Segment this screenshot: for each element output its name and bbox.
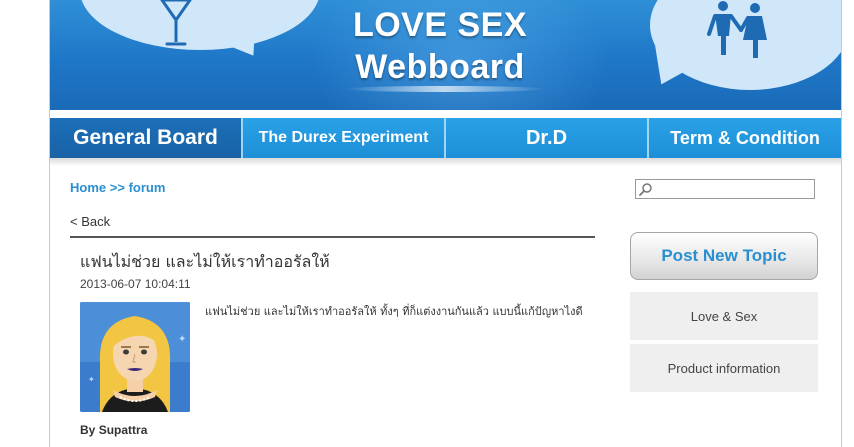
- tab-general-board[interactable]: General Board: [50, 118, 243, 158]
- main-nav: General Board The Durex Experiment Dr.D …: [50, 118, 841, 158]
- tab-dr-d[interactable]: Dr.D: [446, 118, 649, 158]
- topic-title: แฟนไม่ช่วย และไม่ให้เราทำออรัลให้: [80, 252, 330, 271]
- search-box: [635, 179, 815, 199]
- search-icon[interactable]: [639, 182, 653, 196]
- divider: [70, 236, 595, 238]
- topic-date: 2013-06-07 10:04:11: [80, 277, 191, 291]
- site-banner: LOVE SEX Webboard: [50, 0, 841, 110]
- author-line: By Supattra: [80, 423, 147, 437]
- cocktail-glass-icon: [160, 0, 192, 46]
- tab-durex-experiment[interactable]: The Durex Experiment: [243, 118, 446, 158]
- banner-title-line2: Webboard: [355, 48, 525, 86]
- sidebar-item-love-sex[interactable]: Love & Sex: [630, 292, 818, 340]
- breadcrumb-home-link[interactable]: Home: [70, 180, 106, 195]
- sidebar-item-product-information[interactable]: Product information: [630, 344, 818, 392]
- back-link[interactable]: < Back: [70, 214, 110, 229]
- breadcrumb-separator: >>: [109, 180, 125, 195]
- banner-title-line1: LOVE SEX: [352, 6, 528, 44]
- banner-title: LOVE SEX Webboard: [290, 8, 590, 84]
- post-body: แฟนไม่ช่วย และไม่ให้เราทำออรัลให้ ทั้งๆ …: [205, 305, 583, 318]
- svg-text:✦: ✦: [178, 334, 186, 345]
- author-prefix: By: [80, 423, 96, 437]
- svg-text:✦: ✦: [88, 375, 95, 384]
- search-input[interactable]: [656, 181, 815, 199]
- post-new-topic-button[interactable]: Post New Topic: [630, 232, 818, 280]
- woman-avatar-icon: ✦ ✦: [80, 302, 190, 412]
- breadcrumb: Home >> forum: [70, 180, 165, 195]
- author-name: Supattra: [98, 423, 148, 437]
- page-frame: LOVE SEX Webboard General Board The Dure…: [49, 0, 842, 447]
- breadcrumb-forum-link[interactable]: forum: [129, 180, 166, 195]
- avatar: ✦ ✦: [80, 302, 190, 412]
- speech-bubble-left: [80, 0, 320, 50]
- tab-term-condition[interactable]: Term & Condition: [649, 118, 841, 158]
- couple-icon: [707, 1, 767, 58]
